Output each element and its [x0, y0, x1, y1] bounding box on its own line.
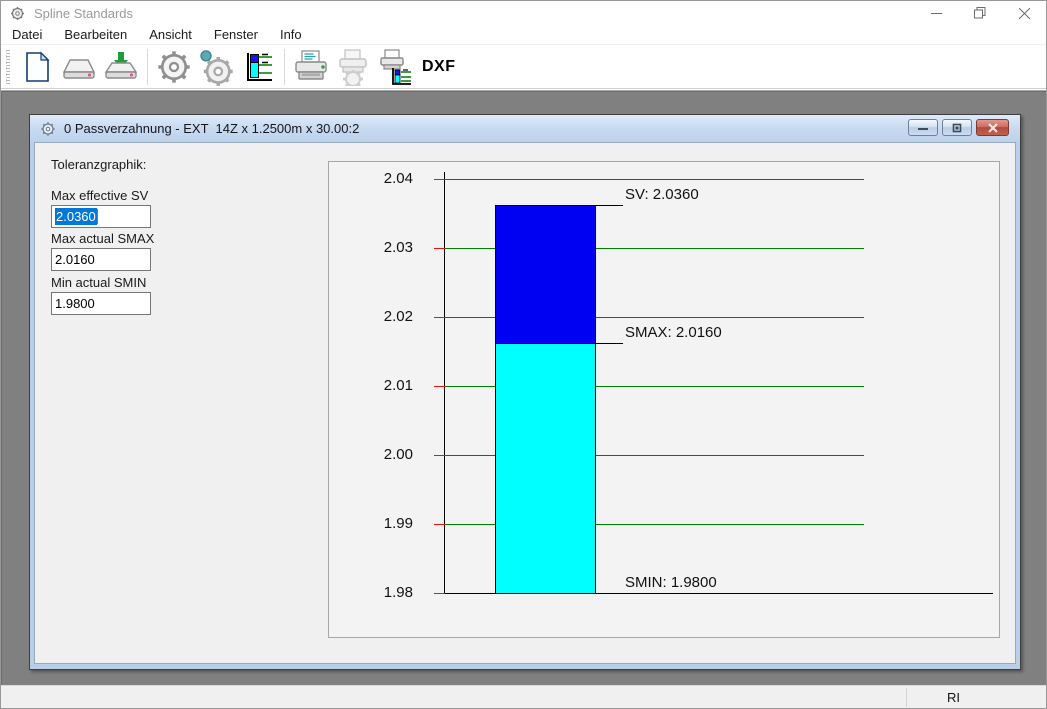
child-restore-button[interactable]	[942, 119, 972, 136]
menu-bar: Datei Bearbeiten Ansicht Fenster Info	[1, 25, 1046, 45]
menu-datei[interactable]: Datei	[1, 25, 53, 45]
child-title-bar[interactable]: 0 Passverzahnung - EXT 14Z x 1.2500m x 3…	[30, 115, 1020, 142]
new-document-icon	[21, 50, 53, 84]
title-bar: Spline Standards	[1, 1, 1046, 25]
gear-document-icon	[40, 121, 56, 137]
gridline	[445, 179, 864, 180]
open-button[interactable]	[58, 47, 100, 87]
tolerance-chart-icon	[241, 50, 275, 84]
smax-callout-line	[596, 343, 623, 344]
gear-app-icon	[9, 5, 26, 22]
menu-fenster[interactable]: Fenster	[203, 25, 269, 45]
smin-annotation: SMIN: 1.9800	[625, 573, 717, 592]
child-window: 0 Passverzahnung - EXT 14Z x 1.2500m x 3…	[29, 114, 1021, 670]
y-tick-label: 2.01	[343, 376, 413, 396]
toolbar-gripper[interactable]	[6, 50, 10, 84]
effective-tolerance-bar	[495, 205, 596, 344]
child-restore-icon	[952, 123, 962, 133]
close-button[interactable]	[1002, 1, 1046, 25]
settings-gear-icon	[155, 48, 193, 86]
text-caret	[97, 209, 98, 224]
y-tick-label: 1.98	[343, 583, 413, 603]
field-label-smax: Max actual SMAX	[51, 231, 154, 246]
menu-ansicht[interactable]: Ansicht	[138, 25, 203, 45]
status-bar: RI	[1, 685, 1046, 708]
close-icon	[1019, 8, 1030, 19]
settings-gear-button[interactable]	[153, 47, 195, 87]
smin-input-value: 1.9800	[55, 296, 95, 311]
y-tick-label: 2.00	[343, 445, 413, 465]
save-button[interactable]	[100, 47, 142, 87]
tolerance-chart: 2.04 2.03 2.02 2.01 2.00 1.99 1.98	[328, 161, 1000, 638]
status-bar-separator	[906, 688, 907, 707]
app-window: Spline Standards Datei Bearbeiten Ansich…	[0, 0, 1047, 709]
y-tick-label: 1.99	[343, 514, 413, 534]
toolbar-separator	[147, 49, 148, 85]
print-chart-icon	[376, 48, 414, 86]
child-minimize-button[interactable]	[908, 119, 938, 136]
smax-annotation: SMAX: 2.0160	[625, 323, 722, 342]
dxf-export-button[interactable]: DXF	[416, 47, 462, 87]
sv-input-value: 2.0360	[55, 208, 97, 225]
child-content: Toleranzgraphik: Max effective SV 2.0360…	[34, 142, 1016, 664]
minimize-button[interactable]	[914, 1, 958, 25]
y-tick-label: 2.04	[343, 169, 413, 189]
dxf-label: DXF	[416, 58, 462, 76]
mdi-client-area: 0 Passverzahnung - EXT 14Z x 1.2500m x 3…	[1, 90, 1046, 687]
print-setup-button[interactable]	[332, 47, 374, 87]
child-minimize-icon	[918, 123, 928, 132]
panel-heading: Toleranzgraphik:	[51, 157, 146, 172]
child-window-title: 0 Passverzahnung - EXT 14Z x 1.2500m x 3…	[64, 121, 359, 136]
minimize-icon	[931, 8, 942, 19]
restore-icon	[974, 7, 986, 19]
calculation-gear-icon	[196, 48, 236, 86]
menu-bearbeiten[interactable]: Bearbeiten	[53, 25, 138, 45]
calculation-gear-button[interactable]	[195, 47, 237, 87]
y-tick-label: 2.03	[343, 238, 413, 258]
child-close-icon	[988, 123, 998, 133]
window-title: Spline Standards	[34, 6, 133, 21]
smin-input[interactable]: 1.9800	[51, 292, 151, 315]
smax-input-value: 2.0160	[55, 252, 95, 267]
field-label-smin: Min actual SMIN	[51, 275, 146, 290]
smax-input[interactable]: 2.0160	[51, 248, 151, 271]
toolbar: DXF	[1, 46, 1046, 89]
print-chart-button[interactable]	[374, 47, 416, 87]
status-indicator: RI	[947, 690, 960, 705]
y-tick-label: 2.02	[343, 307, 413, 327]
menu-info[interactable]: Info	[269, 25, 313, 45]
actual-tolerance-bar	[495, 343, 596, 594]
y-axis	[444, 172, 445, 594]
print-button[interactable]	[290, 47, 332, 87]
print-icon	[292, 49, 330, 85]
save-drive-icon	[103, 50, 139, 84]
sv-annotation: SV: 2.0360	[625, 185, 699, 204]
child-close-button[interactable]	[976, 119, 1009, 136]
new-file-button[interactable]	[16, 47, 58, 87]
sv-callout-line	[596, 205, 623, 206]
field-label-sv: Max effective SV	[51, 188, 148, 203]
print-setup-icon	[334, 48, 372, 86]
tolerance-chart-button[interactable]	[237, 47, 279, 87]
toolbar-separator	[284, 49, 285, 85]
restore-button[interactable]	[958, 1, 1002, 25]
open-drive-icon	[61, 50, 97, 84]
sv-input[interactable]: 2.0360	[51, 205, 151, 228]
